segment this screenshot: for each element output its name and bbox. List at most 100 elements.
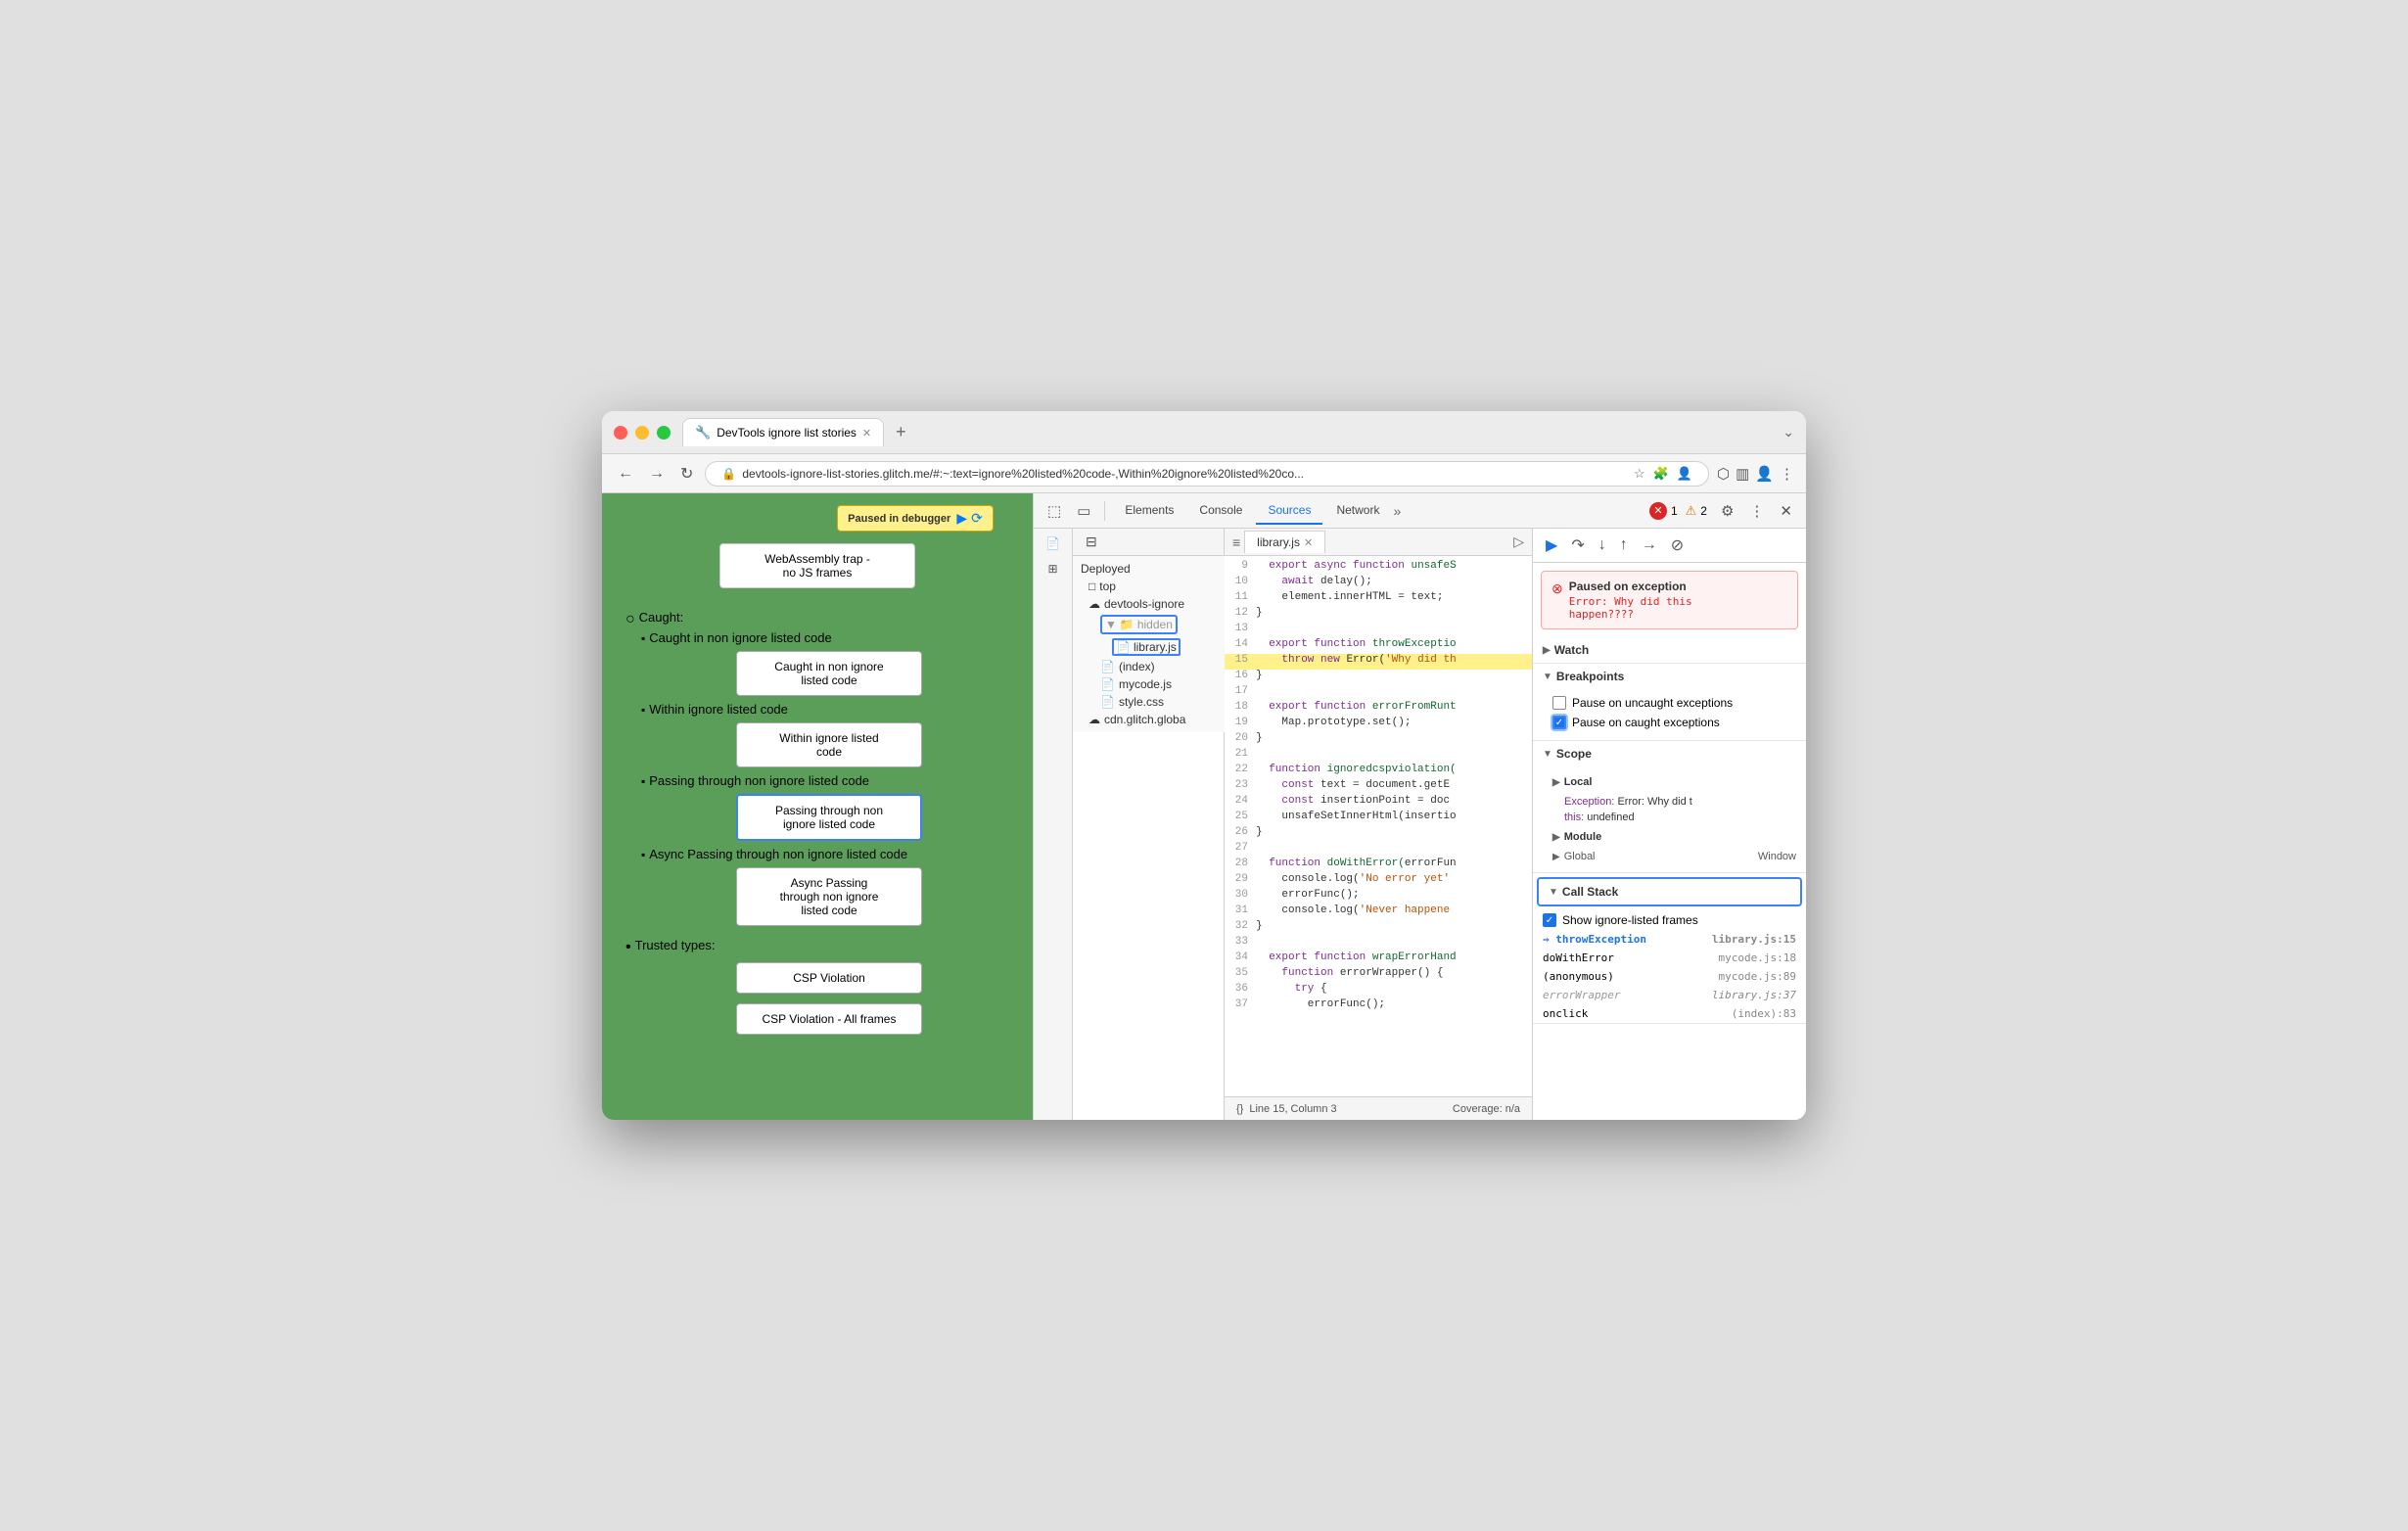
show-ignored-checkbox[interactable]: ✓ bbox=[1543, 913, 1556, 927]
step-button[interactable]: → bbox=[1637, 534, 1662, 557]
exception-val: Error: Why did t bbox=[1617, 796, 1691, 808]
cs-frame-error-wrapper[interactable]: errorWrapper library.js:37 bbox=[1533, 986, 1806, 1004]
call-stack-header[interactable]: ▼ Call Stack bbox=[1537, 877, 1802, 906]
close-button[interactable] bbox=[614, 426, 627, 440]
ft-top[interactable]: □ top bbox=[1073, 578, 1238, 595]
collapse-all-icon[interactable]: ⊟ bbox=[1081, 531, 1102, 553]
async-passing-button[interactable]: Async Passingthrough non ignorelisted co… bbox=[736, 867, 922, 926]
minimize-button[interactable] bbox=[635, 426, 649, 440]
filesystem-icon[interactable]: ⊞ bbox=[1042, 558, 1063, 580]
forward-button[interactable]: → bbox=[645, 463, 669, 485]
caught-non-ignore-button[interactable]: Caught in non ignorelisted code bbox=[736, 651, 922, 696]
resume-button[interactable]: ▶ bbox=[956, 510, 967, 527]
sidebar-icon[interactable]: ▥ bbox=[1736, 465, 1749, 483]
ft-deployed[interactable]: Deployed bbox=[1073, 560, 1238, 578]
ft-devtools-ignore[interactable]: ☁ devtools-ignore bbox=[1073, 595, 1238, 613]
settings-icon[interactable]: ⚙ bbox=[1715, 498, 1739, 524]
pause-uncaught-checkbox[interactable] bbox=[1552, 696, 1566, 710]
ft-index[interactable]: 📄 (index) bbox=[1073, 658, 1238, 675]
code-line-22: 22 function ignoredcspviolation( bbox=[1225, 764, 1532, 779]
maximize-button[interactable] bbox=[657, 426, 671, 440]
profile-icon[interactable]: 👤 bbox=[1755, 465, 1774, 483]
source-tab-library-js[interactable]: library.js ✕ bbox=[1244, 531, 1325, 553]
step-over-exec-button[interactable]: ↷ bbox=[1566, 533, 1589, 558]
caught-label: Caught: bbox=[639, 610, 684, 625]
pause-caught-checkbox[interactable]: ✓ bbox=[1552, 716, 1566, 729]
within-ignore-button[interactable]: Within ignore listedcode bbox=[736, 722, 922, 767]
line-num-18: 18 bbox=[1225, 701, 1256, 717]
within-ignore-label: Within ignore listed code bbox=[649, 702, 788, 717]
scope-local-header[interactable]: ▶ Local bbox=[1552, 770, 1796, 794]
line-num-26: 26 bbox=[1225, 826, 1256, 842]
paused-debugger-bar: Paused in debugger ▶ ⟳ bbox=[837, 505, 994, 532]
sources-sidebar-icons: 📄 ⊞ bbox=[1034, 529, 1073, 1120]
ft-style-css[interactable]: 📄 style.css bbox=[1073, 693, 1238, 711]
folder-icon: □ bbox=[1088, 580, 1095, 593]
url-bar[interactable]: 🔒 devtools-ignore-list-stories.glitch.me… bbox=[705, 461, 1709, 487]
passing-through-button[interactable]: Passing through nonignore listed code bbox=[736, 794, 922, 841]
step-into-button[interactable]: ↓ bbox=[1594, 534, 1611, 557]
tab-console[interactable]: Console bbox=[1187, 497, 1254, 525]
more-tabs-icon[interactable]: » bbox=[1393, 503, 1401, 519]
tab-network[interactable]: Network bbox=[1324, 497, 1391, 525]
line-num-17: 17 bbox=[1225, 685, 1256, 701]
format-icon[interactable]: {} bbox=[1236, 1103, 1243, 1115]
ft-mycode[interactable]: 📄 mycode.js bbox=[1073, 675, 1238, 693]
line-content-31: console.log('Never happene bbox=[1256, 905, 1450, 920]
line-num-15: 15 bbox=[1225, 654, 1256, 670]
back-button[interactable]: ← bbox=[614, 463, 637, 485]
error-badge: ✕ bbox=[1649, 502, 1667, 520]
source-tab-close-icon[interactable]: ✕ bbox=[1304, 536, 1313, 549]
source-tab-nav-right[interactable]: ▷ bbox=[1509, 532, 1528, 552]
scope-header[interactable]: ▼ Scope bbox=[1533, 741, 1806, 766]
account-icon[interactable]: 👤 bbox=[1677, 466, 1692, 482]
folder-icon-2: 📁 bbox=[1120, 618, 1135, 631]
chevron-down-icon[interactable]: ⌄ bbox=[1783, 424, 1794, 441]
scope-local-label: Local bbox=[1564, 776, 1593, 788]
screenshare-icon[interactable]: ⬡ bbox=[1717, 465, 1730, 483]
scope-section: ▼ Scope ▶ Local Exception: Er bbox=[1533, 741, 1806, 873]
code-line-31: 31 console.log('Never happene bbox=[1225, 905, 1532, 920]
library-highlight: 📄 library.js bbox=[1112, 638, 1181, 656]
device-toolbar-icon[interactable]: ▭ bbox=[1071, 498, 1096, 524]
breakpoints-header[interactable]: ▼ Breakpoints bbox=[1533, 664, 1806, 689]
cs-frame-onclick[interactable]: onclick (index):83 bbox=[1533, 1004, 1806, 1023]
status-bar: {} Line 15, Column 3 Coverage: n/a bbox=[1225, 1096, 1532, 1120]
csp-violation-button[interactable]: CSP Violation bbox=[736, 962, 922, 994]
inspect-icon[interactable]: ⬚ bbox=[1042, 498, 1067, 524]
csp-violation-all-button[interactable]: CSP Violation - All frames bbox=[736, 1003, 922, 1035]
cs-frame-anonymous[interactable]: (anonymous) mycode.js:89 bbox=[1533, 967, 1806, 986]
scope-module-header[interactable]: ▶ Module bbox=[1552, 825, 1796, 849]
deactivate-breakpoints-button[interactable]: ⊘ bbox=[1666, 533, 1689, 558]
close-devtools-button[interactable]: ✕ bbox=[1774, 498, 1798, 524]
bookmark-icon[interactable]: ☆ bbox=[1634, 466, 1645, 482]
page-icon[interactable]: 📄 bbox=[1040, 533, 1066, 554]
line-content-26: } bbox=[1256, 826, 1263, 842]
file-icon-4: 📄 bbox=[1100, 695, 1115, 709]
ft-library-js[interactable]: 📄 library.js bbox=[1073, 636, 1238, 658]
caught-items: ▪ Caught in non ignore listed code Caugh… bbox=[625, 630, 1017, 932]
extensions-icon[interactable]: 🧩 bbox=[1653, 466, 1669, 482]
menu-button[interactable]: ⋮ bbox=[1780, 465, 1794, 483]
scope-global-header[interactable]: ▶ Global bbox=[1552, 851, 1596, 862]
resume-execution-button[interactable]: ▶ bbox=[1541, 533, 1562, 558]
tab-elements[interactable]: Elements bbox=[1113, 497, 1185, 525]
ft-cdn-glitch[interactable]: ☁ cdn.glitch.globa bbox=[1073, 711, 1238, 728]
step-out-button[interactable]: ↑ bbox=[1615, 534, 1633, 557]
reload-button[interactable]: ↻ bbox=[676, 462, 697, 486]
ft-hidden-folder[interactable]: ▼ 📁 hidden bbox=[1073, 613, 1238, 636]
step-over-button[interactable]: ⟳ bbox=[971, 510, 983, 527]
dash-icon: ▪ bbox=[641, 631, 645, 645]
new-tab-button[interactable]: + bbox=[888, 418, 914, 446]
customize-icon[interactable]: ⋮ bbox=[1743, 498, 1770, 524]
cs-frame-do-with-error[interactable]: doWithError mycode.js:18 bbox=[1533, 949, 1806, 967]
code-line-15: 15 throw new Error('Why did th bbox=[1225, 654, 1532, 670]
devtools-ignore-label: devtools-ignore bbox=[1104, 597, 1184, 611]
cs-frame-throw-exception[interactable]: ⇒ throwException library.js:15 bbox=[1533, 930, 1806, 949]
tab-close-icon[interactable]: ✕ bbox=[862, 427, 871, 440]
module-arrow-icon: ▶ bbox=[1552, 832, 1560, 843]
tab-sources[interactable]: Sources bbox=[1256, 497, 1322, 525]
browser-tab[interactable]: 🔧 DevTools ignore list stories ✕ bbox=[682, 418, 884, 446]
watch-header[interactable]: ▶ Watch bbox=[1533, 637, 1806, 663]
source-tab-nav-left[interactable]: ≡ bbox=[1228, 533, 1244, 552]
